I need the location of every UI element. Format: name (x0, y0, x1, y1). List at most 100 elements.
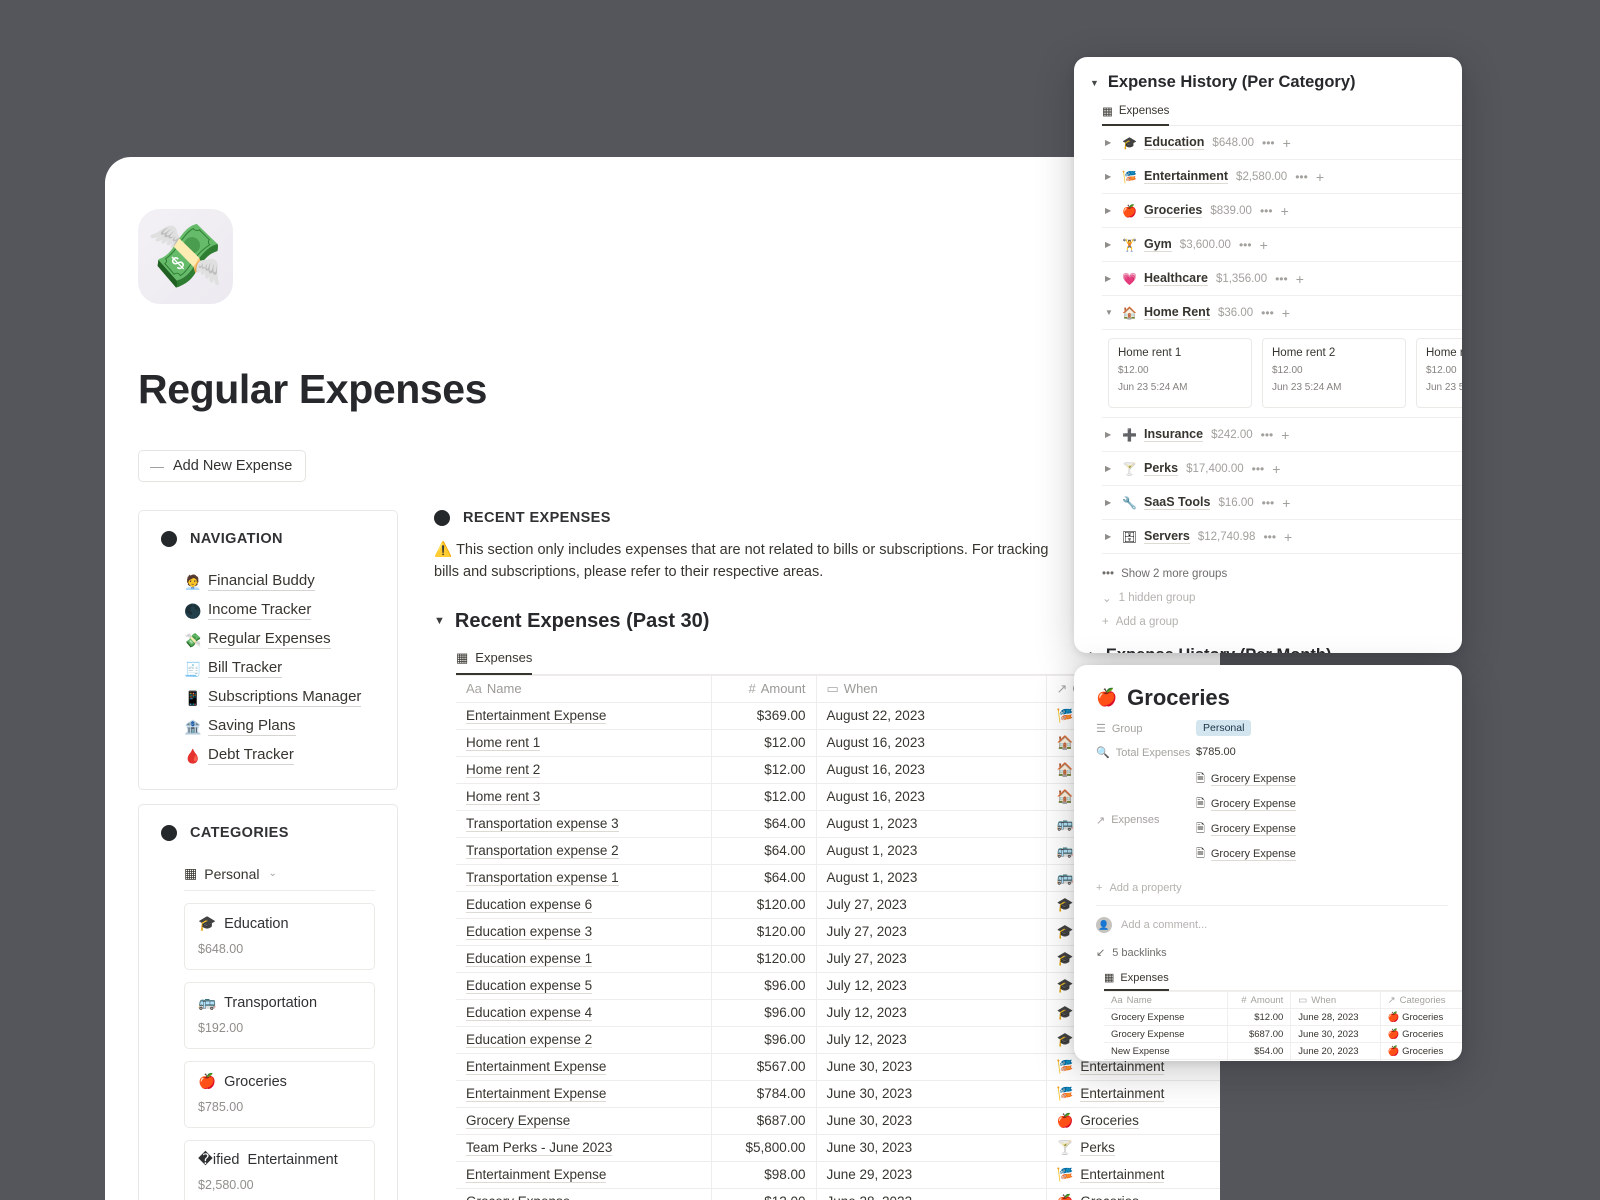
tab-expenses-history[interactable]: ▦ Expenses (1102, 104, 1170, 126)
cell-category[interactable]: 🍎 Groceries (1046, 1107, 1220, 1135)
triangle-icon[interactable]: ▶ (1105, 532, 1114, 541)
more-options-icon[interactable]: ••• (1261, 306, 1274, 320)
add-icon[interactable]: + (1283, 135, 1291, 151)
bl-column-header-amount[interactable]: # Amount (1227, 991, 1292, 1009)
cell-name[interactable]: Entertainment Expense (456, 1161, 712, 1189)
backlinks-table-row[interactable]: New Expense $54.00 June 20, 2023 🍎 Grocerie… (1104, 1042, 1462, 1060)
more-options-icon[interactable]: ••• (1263, 530, 1276, 544)
bl-column-header-when[interactable]: ▭ When (1290, 991, 1381, 1009)
cell-name[interactable]: Entertainment Expense (456, 1053, 712, 1081)
property-value-group[interactable]: Personal (1196, 720, 1252, 736)
cell-name[interactable]: Education expense 5 (456, 972, 712, 1000)
add-icon[interactable]: + (1282, 305, 1290, 321)
bl-column-header-name[interactable]: Aa Name (1104, 991, 1229, 1009)
expense-history-title[interactable]: ▼ Expense History (Per Category) (1090, 73, 1462, 92)
bl-cell-category[interactable]: 🍎 Groceries (1380, 1059, 1462, 1061)
sidebar-item-regular-expenses[interactable]: 💸 Regular Expenses (184, 630, 375, 649)
add-comment-row[interactable]: 👤 Add a comment... (1096, 917, 1462, 933)
backlinks-table-row[interactable]: Grocery Expense$17.00June 20, 2023🍎 Groc… (1104, 1059, 1462, 1061)
cell-name[interactable]: Education expense 4 (456, 999, 712, 1027)
triangle-icon[interactable]: ▶ (1105, 138, 1114, 147)
cell-name[interactable]: Entertainment Expense (456, 1080, 712, 1108)
backlinks-table-row[interactable]: Grocery Expense $687.00 June 30, 2023 🍎 Gro… (1104, 1025, 1462, 1043)
more-options-icon[interactable]: ••• (1275, 272, 1288, 286)
more-options-icon[interactable]: ••• (1262, 136, 1275, 150)
hidden-group-row[interactable]: ⌄ 1 hidden group (1102, 586, 1462, 610)
cell-name[interactable]: Education expense 3 (456, 918, 712, 946)
sidebar-item-saving-plans[interactable]: 🏦 Saving Plans (184, 717, 375, 736)
cell-name[interactable]: Transportation expense 3 (456, 810, 712, 838)
sidebar-item-income-tracker[interactable]: 🌑 Income Tracker (184, 601, 375, 620)
triangle-icon[interactable]: ▶ (1105, 430, 1114, 439)
expense-history-per-month-title[interactable]: ▶ Expense History (Per Month) (1090, 646, 1462, 653)
show-more-groups-button[interactable]: ••• Show 2 more groups (1102, 562, 1462, 586)
category-card[interactable]: 🎓 Education $648.00 (184, 903, 375, 970)
cell-name[interactable]: Home rent 1 (456, 729, 712, 757)
expense-relation-link[interactable]: 🗎 Grocery Expense (1196, 845, 1296, 864)
more-options-icon[interactable]: ••• (1261, 428, 1274, 442)
triangle-icon[interactable]: ▶ (1105, 498, 1114, 507)
triangle-icon[interactable]: ▼ (1105, 308, 1114, 317)
home-rent-card[interactable]: Home rent 1 $12.00 Jun 23 5:24 AM (1108, 338, 1252, 408)
backlinks-table-row[interactable]: Grocery Expense $12.00 June 28, 2023 🍎 Groc… (1104, 1008, 1462, 1026)
history-group-row[interactable]: ▼ 🏠 Home Rent $36.00 ••• + (1102, 296, 1462, 330)
table-row[interactable]: Grocery Expense $12.00June 28, 2023 🍎 Groce… (456, 1188, 1220, 1200)
cell-name[interactable]: Grocery Expense (456, 1107, 712, 1135)
triangle-icon[interactable]: ▶ (1105, 240, 1114, 249)
table-row[interactable]: Entertainment Expense $98.00 June 29, 2023… (456, 1161, 1220, 1189)
expense-relation-link[interactable]: 🗎 Grocery Expense (1196, 820, 1296, 839)
add-a-group-button[interactable]: + Add a group (1102, 610, 1462, 634)
sidebar-item-financial-buddy[interactable]: 🧑‍💼 Financial Buddy (184, 572, 375, 591)
history-group-row[interactable]: ▶ ➕ Insurance $242.00 ••• + (1102, 418, 1462, 452)
cell-name[interactable]: Home rent 2 (456, 756, 712, 784)
cell-category[interactable]: 🍸 Perks (1046, 1134, 1220, 1162)
column-header-name[interactable]: Aa Name (456, 674, 712, 703)
backlinks-row[interactable]: ↙ 5 backlinks (1096, 946, 1462, 960)
more-options-icon[interactable]: ••• (1295, 170, 1308, 184)
bl-cell-name[interactable]: New Expense (1104, 1042, 1229, 1060)
triangle-icon[interactable]: ▶ (1105, 464, 1114, 473)
cell-name[interactable]: Home rent 3 (456, 783, 712, 811)
history-group-row[interactable]: ▶ 🍎 Groceries $839.00 ••• + (1102, 194, 1462, 228)
cell-name[interactable]: Transportation expense 2 (456, 837, 712, 865)
triangle-icon[interactable]: ▶ (1105, 206, 1114, 215)
bl-cell-name[interactable]: Grocery Expense (1104, 1025, 1229, 1043)
triangle-icon[interactable]: ▶ (1105, 172, 1114, 181)
more-options-icon[interactable]: ••• (1262, 496, 1275, 510)
categories-group-selector[interactable]: ▦ Personal ⌄ (184, 865, 375, 891)
home-rent-card[interactable]: Home rent 2 $12.00 Jun 23 5:24 AM (1262, 338, 1406, 408)
home-rent-card[interactable]: Home rent 3 $12.00 Jun 23 5:24 AM (1416, 338, 1462, 408)
expense-relation-link[interactable]: 🗎 Grocery Expense (1196, 770, 1296, 789)
column-header-amount[interactable]: # Amount (711, 674, 817, 703)
history-group-row[interactable]: ▶ 💗 Healthcare $1,356.00 ••• + (1102, 262, 1462, 296)
cell-name[interactable]: Education expense 6 (456, 891, 712, 919)
add-a-property-button[interactable]: + Add a property (1096, 882, 1462, 894)
cell-name[interactable]: Entertainment Expense (456, 702, 712, 730)
cell-category[interactable]: 🎏 Entertainment (1046, 1080, 1220, 1108)
category-card[interactable]: 🍎 Groceries $785.00 (184, 1061, 375, 1128)
history-group-row[interactable]: ▶ 🏋 Gym $3,600.00 ••• + (1102, 228, 1462, 262)
bl-cell-category[interactable]: 🍎 Groceries (1380, 1008, 1462, 1026)
cell-name[interactable]: Grocery Expense (456, 1188, 712, 1200)
history-group-row[interactable]: ▶ 🎓 Education $648.00 ••• + (1102, 126, 1462, 160)
category-card[interactable]: �ified Entertainment $2,580.00 (184, 1140, 375, 1200)
sidebar-item-debt-tracker[interactable]: 🩸 Debt Tracker (184, 746, 375, 765)
category-card[interactable]: 🚌 Transportation $192.00 (184, 982, 375, 1049)
table-row[interactable]: Grocery Expense $687.00 June 30, 2023 🍎 Groc… (456, 1107, 1220, 1135)
history-group-row[interactable]: ▶ 🔧 SaaS Tools $16.00 ••• + (1102, 486, 1462, 520)
add-icon[interactable]: + (1282, 495, 1290, 511)
add-icon[interactable]: + (1281, 203, 1289, 219)
more-options-icon[interactable]: ••• (1260, 204, 1273, 218)
sidebar-item-bill-tracker[interactable]: 🧾 Bill Tracker (184, 659, 375, 678)
more-options-icon[interactable]: ••• (1252, 462, 1265, 476)
cell-name[interactable]: Education expense 2 (456, 1026, 712, 1054)
history-group-row[interactable]: ▶ 🗄 Servers $12,740.98 ••• + (1102, 520, 1462, 554)
table-row[interactable]: Entertainment Expense $784.00 June 30, 202… (456, 1080, 1220, 1108)
triangle-icon[interactable]: ▶ (1105, 274, 1114, 283)
table-row[interactable]: Team Perks - June 2023 $5,800.00 June 30, … (456, 1134, 1220, 1162)
add-icon[interactable]: + (1260, 237, 1268, 253)
add-icon[interactable]: + (1316, 169, 1324, 185)
more-options-icon[interactable]: ••• (1239, 238, 1252, 252)
expense-relation-link[interactable]: 🗎 Grocery Expense (1196, 795, 1296, 814)
tab-expenses[interactable]: ▦ Expenses (456, 650, 533, 675)
